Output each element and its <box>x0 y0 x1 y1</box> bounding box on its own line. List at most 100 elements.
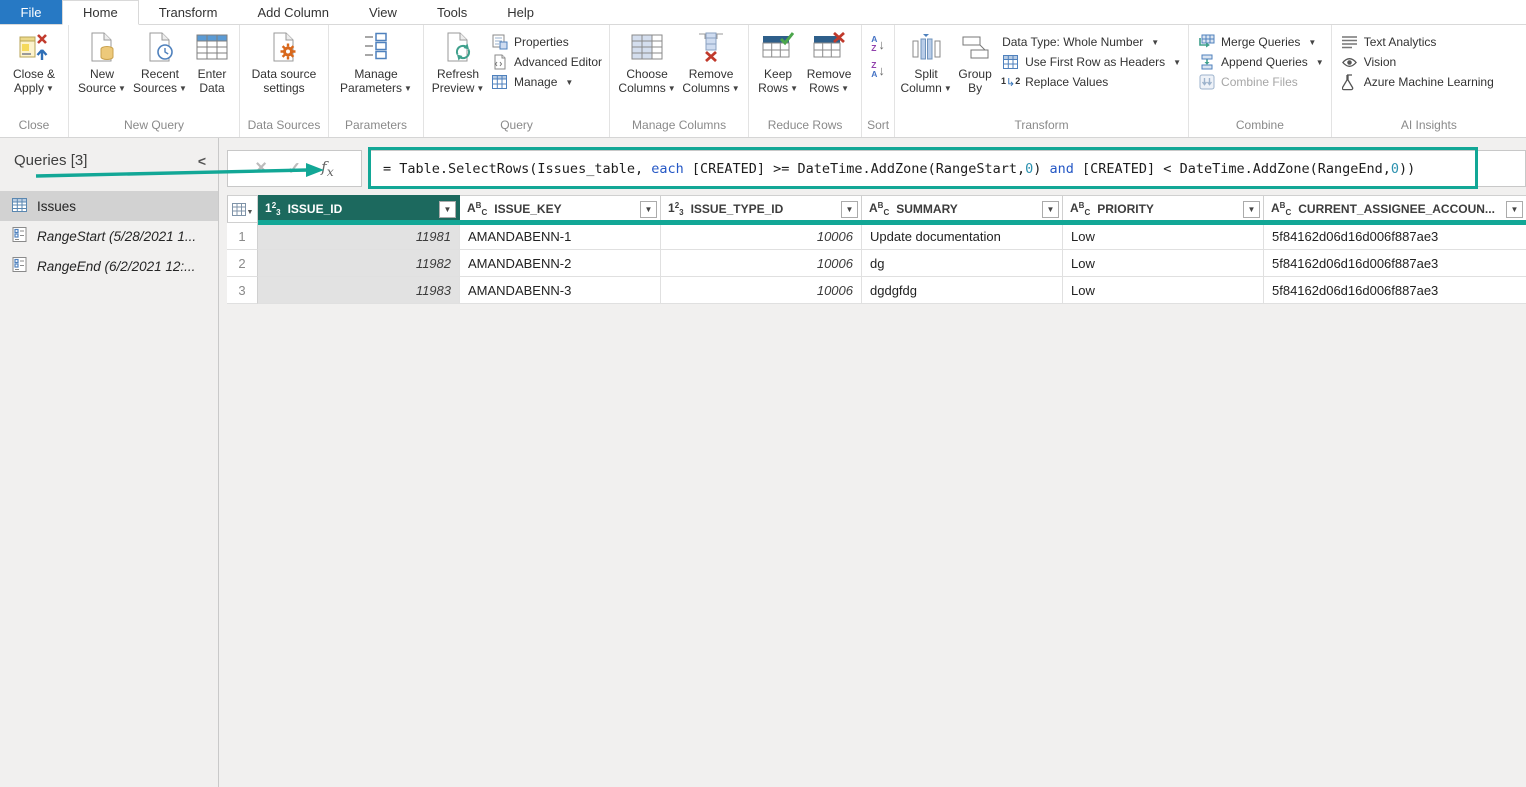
ribbon-group-label-parameters: Parameters <box>334 116 418 137</box>
column-header-label: ISSUE_TYPE_ID <box>691 202 841 216</box>
table-cell[interactable]: 5f84162d06d16d006f887ae3 <box>1264 277 1526 304</box>
table-cell[interactable]: AMANDABENN-2 <box>460 250 661 277</box>
table-cell[interactable]: 5f84162d06d16d006f887ae3 <box>1264 223 1526 250</box>
filter-dropdown-button[interactable]: ▼ <box>1506 201 1523 218</box>
row-number[interactable]: 1 <box>227 223 258 250</box>
group-by-label: Group By <box>958 67 991 95</box>
table-cell[interactable]: 11981 <box>258 223 460 250</box>
query-list-item[interactable]: RangeStart (5/28/2021 1... <box>0 221 218 251</box>
row-number[interactable]: 2 <box>227 250 258 277</box>
row-number[interactable]: 3 <box>227 277 258 304</box>
column-header[interactable]: 123ISSUE_TYPE_ID▼ <box>661 195 862 223</box>
manage-parameters-button[interactable]: Manage Parameters▼ <box>334 27 418 95</box>
table-cell[interactable]: 10006 <box>661 223 862 250</box>
use-first-row-as-headers-label: Use First Row as Headers <box>1025 55 1165 69</box>
ribbon-group-parameters: Manage Parameters▼ Parameters <box>329 25 424 137</box>
table-cell[interactable]: dgdgfdg <box>862 277 1063 304</box>
refresh-preview-button[interactable]: Refresh Preview▼ <box>429 27 487 95</box>
tab-add-column-label: Add Column <box>257 5 329 20</box>
column-header[interactable]: ABCCURRENT_ASSIGNEE_ACCOUN...▼ <box>1264 195 1526 223</box>
remove-rows-button[interactable]: Remove Rows▼ <box>802 27 856 95</box>
formula-token: [CREATED] >= DateTime.AddZone(RangeStart… <box>684 161 1025 177</box>
merge-queries-icon <box>1198 34 1215 50</box>
enter-data-button[interactable]: Enter Data <box>190 27 234 95</box>
column-header[interactable]: ABCISSUE_KEY▼ <box>460 195 661 223</box>
data-type-button[interactable]: Data Type: Whole Number ▼ <box>1002 32 1181 52</box>
chevron-down-icon: ▼ <box>732 84 740 93</box>
table-header-icon <box>1002 55 1019 69</box>
sort-descending-button[interactable]: ZA ↓ <box>871 59 885 81</box>
table-cell[interactable]: Low <box>1063 277 1264 304</box>
sort-az-icon: AZ <box>871 35 877 53</box>
remove-columns-button[interactable]: Remove Columns▼ <box>679 27 743 95</box>
text-type-icon: ABC <box>1271 201 1291 217</box>
query-list-item-label: RangeEnd (6/2/2021 12:... <box>37 259 195 274</box>
manage-button[interactable]: Manage ▼ <box>491 72 602 92</box>
data-preview-grid: ▼ 123ISSUE_ID▼ABCISSUE_KEY▼123ISSUE_TYPE… <box>227 195 1526 304</box>
filter-dropdown-button[interactable]: ▼ <box>439 201 456 218</box>
tab-help[interactable]: Help <box>487 0 554 24</box>
table-cell[interactable]: Low <box>1063 223 1264 250</box>
combine-files-button[interactable]: Combine Files <box>1198 72 1324 92</box>
sort-ascending-button[interactable]: AZ ↓ <box>871 33 885 55</box>
file-tab[interactable]: File <box>0 0 62 24</box>
split-column-label: Split Column <box>900 67 941 95</box>
vision-button[interactable]: Vision <box>1341 52 1494 72</box>
use-first-row-as-headers-button[interactable]: Use First Row as Headers ▼ <box>1002 52 1181 72</box>
azure-machine-learning-button[interactable]: Azure Machine Learning <box>1341 72 1494 92</box>
table-cell[interactable]: AMANDABENN-1 <box>460 223 661 250</box>
filter-dropdown-button[interactable]: ▼ <box>1243 201 1260 218</box>
ribbon-group-combine: Merge Queries ▼ Append Queries ▼ <box>1189 25 1332 137</box>
cancel-formula-icon[interactable]: × <box>255 157 267 180</box>
table-cell[interactable]: AMANDABENN-3 <box>460 277 661 304</box>
table-cell[interactable]: Update documentation <box>862 223 1063 250</box>
filter-dropdown-button[interactable]: ▼ <box>841 201 858 218</box>
column-header[interactable]: ABCPRIORITY▼ <box>1063 195 1264 223</box>
text-analytics-button[interactable]: Text Analytics <box>1341 32 1494 52</box>
advanced-editor-button[interactable]: Advanced Editor <box>491 52 602 72</box>
tab-transform[interactable]: Transform <box>139 0 238 24</box>
close-apply-button[interactable]: Close & Apply▼ <box>5 27 63 95</box>
properties-button[interactable]: Properties <box>491 32 602 52</box>
table-cell[interactable]: 10006 <box>661 250 862 277</box>
table-cell[interactable]: Low <box>1063 250 1264 277</box>
choose-columns-button[interactable]: Choose Columns▼ <box>615 27 679 95</box>
chevron-down-icon: ▼ <box>404 84 412 93</box>
filter-dropdown-button[interactable]: ▼ <box>1042 201 1059 218</box>
select-all-corner-button[interactable]: ▼ <box>227 195 258 223</box>
column-header[interactable]: 123ISSUE_ID▼ <box>258 195 460 223</box>
ribbon-group-manage-columns: Choose Columns▼ Remove Columns▼ Manage C… <box>610 25 749 137</box>
new-source-button[interactable]: New Source▼ <box>74 27 130 95</box>
arrow-down-icon: ↓ <box>878 37 885 52</box>
append-queries-button[interactable]: Append Queries ▼ <box>1198 52 1324 72</box>
table-cell[interactable]: 5f84162d06d16d006f887ae3 <box>1264 250 1526 277</box>
fx-icon[interactable]: fx <box>321 158 334 179</box>
tab-tools[interactable]: Tools <box>417 0 487 24</box>
column-header-label: ISSUE_ID <box>288 202 439 216</box>
query-list-item[interactable]: Issues <box>0 191 218 221</box>
keep-rows-button[interactable]: Keep Rows▼ <box>754 27 802 95</box>
close-apply-icon <box>19 30 49 64</box>
merge-queries-button[interactable]: Merge Queries ▼ <box>1198 32 1324 52</box>
column-header[interactable]: ABCSUMMARY▼ <box>862 195 1063 223</box>
table-cell[interactable]: dg <box>862 250 1063 277</box>
tab-view[interactable]: View <box>349 0 417 24</box>
tab-tools-label: Tools <box>437 5 467 20</box>
replace-values-button[interactable]: 1↳2 Replace Values <box>1002 72 1181 92</box>
formula-input[interactable]: = Table.SelectRows(Issues_table, each [C… <box>368 150 1526 187</box>
group-by-button[interactable]: Group By <box>952 27 998 95</box>
query-list-item[interactable]: RangeEnd (6/2/2021 12:... <box>0 251 218 281</box>
data-source-settings-button[interactable]: Data source settings <box>245 27 323 95</box>
table-cell[interactable]: 10006 <box>661 277 862 304</box>
collapse-pane-chevron-icon[interactable]: < <box>198 153 206 169</box>
tab-home[interactable]: Home <box>62 0 139 25</box>
commit-formula-icon[interactable]: ✓ <box>287 159 301 179</box>
tab-add-column[interactable]: Add Column <box>237 0 349 24</box>
manage-label: Manage <box>514 75 557 89</box>
table-cell[interactable]: 11983 <box>258 277 460 304</box>
filter-dropdown-button[interactable]: ▼ <box>640 201 657 218</box>
split-column-button[interactable]: Split Column▼ <box>900 27 952 95</box>
query-list-item-label: RangeStart (5/28/2021 1... <box>37 229 196 244</box>
table-cell[interactable]: 11982 <box>258 250 460 277</box>
recent-sources-button[interactable]: Recent Sources▼ <box>130 27 190 95</box>
